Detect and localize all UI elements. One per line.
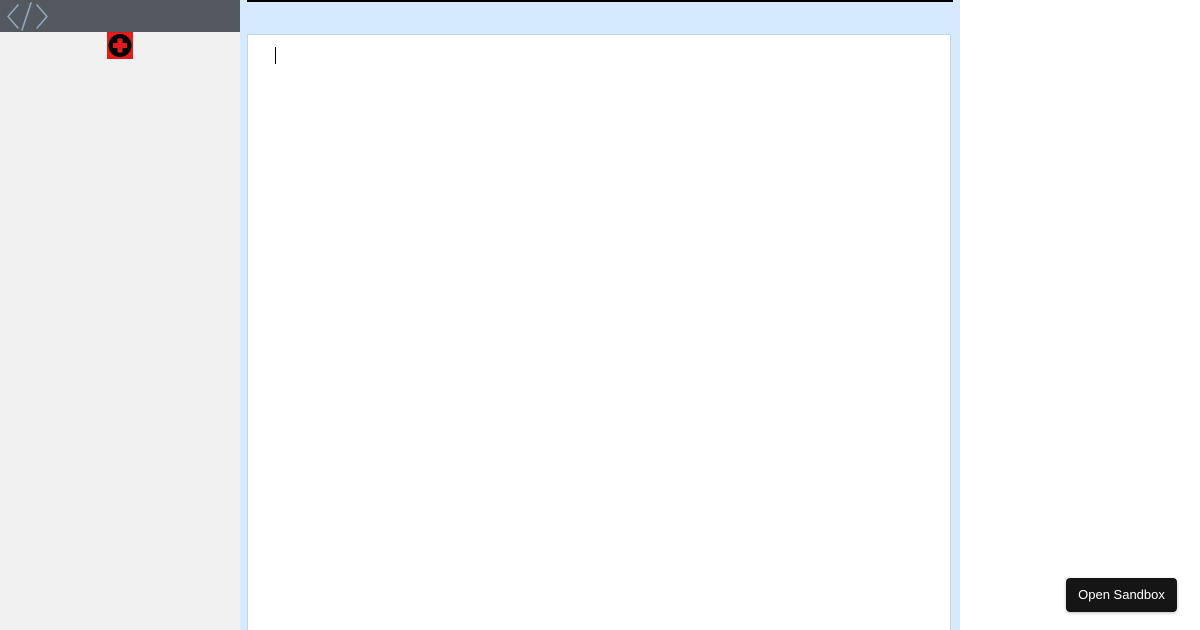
- editor-canvas[interactable]: [247, 34, 951, 630]
- text-cursor: [275, 47, 276, 64]
- add-button[interactable]: [107, 32, 133, 59]
- open-sandbox-button[interactable]: Open Sandbox: [1066, 578, 1177, 612]
- editor-area: [240, 0, 960, 630]
- sidebar: [0, 0, 240, 630]
- app-window: Open Sandbox: [0, 0, 1200, 630]
- editor-toolbar-border: [247, 0, 953, 2]
- sidebar-header: [0, 0, 240, 32]
- plus-circle-icon: [107, 32, 133, 59]
- code-icon: [5, 1, 50, 31]
